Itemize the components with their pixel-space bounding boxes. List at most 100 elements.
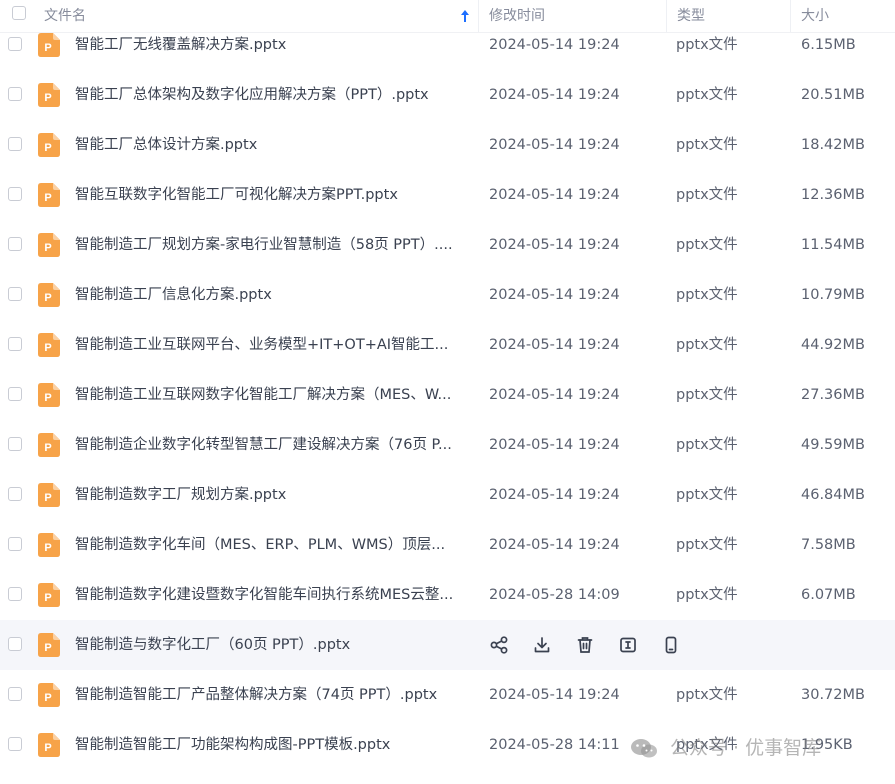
download-icon[interactable] [532,635,552,655]
row-checkbox[interactable] [8,537,22,551]
select-all-checkbox[interactable] [12,6,26,20]
file-size: 10.79MB [801,287,865,303]
row-checkbox[interactable] [8,487,22,501]
wechat-icon [631,739,657,758]
file-row[interactable]: P 智能制造工业互联网数字化智能工厂解决方案（MES、W... 2024-05-14… [0,370,895,420]
file-size: 12.36MB [801,187,865,203]
file-name[interactable]: 智能制造工业互联网数字化智能工厂解决方案（MES、W... [75,370,467,420]
file-name[interactable]: 智能制造企业数字化转型智慧工厂建设解决方案（76页 P... [75,420,467,470]
pptx-file-icon: P [38,483,60,507]
column-header-size[interactable]: 大小 [801,0,829,32]
row-checkbox[interactable] [8,687,22,701]
file-size: 20.51MB [801,87,865,103]
svg-text:P: P [44,392,51,404]
file-type: pptx文件 [676,337,738,353]
file-type: pptx文件 [676,87,738,103]
file-mtime: 2024-05-28 14:09 [489,587,620,603]
file-mtime: 2024-05-14 19:24 [489,187,620,203]
pptx-file-icon: P [38,433,60,457]
file-row[interactable]: P 智能互联数字化智能工厂可视化解决方案PPT.pptx 2024-05-14 19… [0,170,895,220]
row-checkbox[interactable] [8,137,22,151]
row-checkbox[interactable] [8,287,22,301]
file-type: pptx文件 [676,437,738,453]
file-mtime: 2024-05-14 19:24 [489,237,620,253]
pptx-file-icon: P [38,583,60,607]
row-checkbox[interactable] [8,237,22,251]
pptx-file-icon: P [38,233,60,257]
svg-text:P: P [44,242,51,254]
file-name[interactable]: 智能制造工厂信息化方案.pptx [75,270,467,320]
row-checkbox[interactable] [8,87,22,101]
row-checkbox[interactable] [8,637,22,651]
pptx-file-icon: P [38,683,60,707]
file-size: 46.84MB [801,487,865,503]
pptx-file-icon: P [38,283,60,307]
watermark-text: 公众号 · 优事智库 [670,737,822,759]
file-row[interactable]: P 智能制造智能工厂产品整体解决方案（74页 PPT）.pptx 2024-05-1… [0,670,895,720]
file-name[interactable]: 智能工厂总体架构及数字化应用解决方案（PPT）.pptx [75,70,467,120]
pptx-file-icon: P [38,83,60,107]
file-mtime: 2024-05-14 19:24 [489,337,620,353]
svg-text:P: P [44,692,51,704]
file-name[interactable]: 智能制造工厂规划方案-家电行业智慧制造（58页 PPT）.... [75,220,467,270]
pptx-file-icon: P [38,183,60,207]
column-header-mtime[interactable]: 修改时间 [489,0,545,32]
delete-icon[interactable] [575,635,595,655]
column-header-type[interactable]: 类型 [677,0,705,32]
file-row[interactable]: P 智能制造工厂规划方案-家电行业智慧制造（58页 PPT）.... 2024-05… [0,220,895,270]
share-icon[interactable] [489,635,509,655]
row-checkbox[interactable] [8,337,22,351]
file-size: 49.59MB [801,437,865,453]
svg-text:P: P [44,742,51,754]
rename-icon[interactable] [618,635,638,655]
file-type: pptx文件 [676,537,738,553]
file-mtime: 2024-05-14 19:24 [489,387,620,403]
file-row[interactable]: P 智能制造工厂信息化方案.pptx 2024-05-14 19:24 pptx文件 1… [0,270,895,320]
file-mtime: 2024-05-14 19:24 [489,537,620,553]
svg-text:P: P [44,42,51,54]
file-list-header: 文件名 修改时间 类型 大小 [0,0,895,33]
pptx-file-icon: P [38,533,60,557]
column-header-name[interactable]: 文件名 [44,0,86,32]
pptx-file-icon: P [38,383,60,407]
file-name[interactable]: 智能制造智能工厂功能架构构成图-PPT模板.pptx [75,720,467,770]
file-name[interactable]: 智能制造数字工厂规划方案.pptx [75,470,467,520]
row-checkbox[interactable] [8,587,22,601]
file-row[interactable]: P 智能工厂总体设计方案.pptx 2024-05-14 19:24 pptx文件 18… [0,120,895,170]
file-name[interactable]: 智能互联数字化智能工厂可视化解决方案PPT.pptx [75,170,467,220]
sort-ascending-icon[interactable] [458,8,472,24]
file-type: pptx文件 [676,237,738,253]
file-mtime: 2024-05-28 14:11 [489,737,620,753]
file-name[interactable]: 智能制造与数字化工厂（60页 PPT）.pptx [75,620,467,670]
pptx-file-icon: P [38,633,60,657]
file-name[interactable]: 智能制造数字化车间（MES、ERP、PLM、WMS）顶层... [75,520,467,570]
file-name[interactable]: 智能制造智能工厂产品整体解决方案（74页 PPT）.pptx [75,670,467,720]
pptx-file-icon: P [38,33,60,57]
file-name[interactable]: 智能工厂总体设计方案.pptx [75,120,467,170]
file-mtime: 2024-05-14 19:24 [489,137,620,153]
file-row[interactable]: P 智能制造工业互联网平台、业务模型+IT+OT+AI智能工... 2024-05-… [0,320,895,370]
file-mtime: 2024-05-14 19:24 [489,287,620,303]
file-row[interactable]: P 智能制造企业数字化转型智慧工厂建设解决方案（76页 P... 2024-05-1… [0,420,895,470]
file-row[interactable]: P 智能制造数字工厂规划方案.pptx 2024-05-14 19:24 pptx文件… [0,470,895,520]
svg-text:P: P [44,592,51,604]
svg-text:P: P [44,192,51,204]
file-row[interactable]: P 智能制造数字化建设暨数字化智能车间执行系统MES云整... 2024-05-28… [0,570,895,620]
mobile-icon[interactable] [661,635,681,655]
file-size: 18.42MB [801,137,865,153]
file-row[interactable]: P 智能制造数字化车间（MES、ERP、PLM、WMS）顶层... 2024-05-… [0,520,895,570]
file-name[interactable]: 智能制造数字化建设暨数字化智能车间执行系统MES云整... [75,570,467,620]
row-checkbox[interactable] [8,37,22,51]
file-row[interactable]: P 智能工厂总体架构及数字化应用解决方案（PPT）.pptx 2024-05-14 … [0,70,895,120]
row-checkbox[interactable] [8,187,22,201]
file-name[interactable]: 智能制造工业互联网平台、业务模型+IT+OT+AI智能工... [75,320,467,370]
file-mtime: 2024-05-14 19:24 [489,87,620,103]
row-checkbox[interactable] [8,437,22,451]
file-row[interactable]: P 智能制造与数字化工厂（60页 PPT）.pptx [0,620,895,670]
row-checkbox[interactable] [8,387,22,401]
svg-text:P: P [44,492,51,504]
file-size: 6.07MB [801,587,856,603]
row-checkbox[interactable] [8,737,22,751]
file-mtime: 2024-05-14 19:24 [489,487,620,503]
file-type: pptx文件 [676,187,738,203]
